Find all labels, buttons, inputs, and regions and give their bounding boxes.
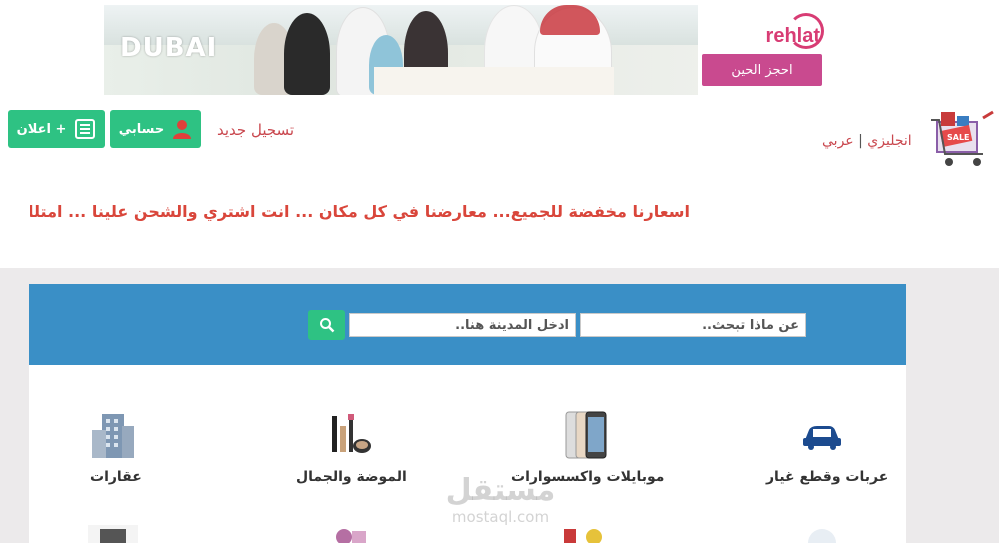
search-button[interactable] bbox=[308, 310, 345, 340]
category-icon-partial[interactable] bbox=[797, 525, 847, 547]
category-label-realestate[interactable]: عقارات bbox=[90, 469, 142, 485]
list-icon bbox=[75, 119, 96, 139]
lang-english-link[interactable]: انجليزي bbox=[867, 133, 911, 149]
category-label-fashion[interactable]: الموضة والجمال bbox=[296, 469, 407, 485]
banner-person bbox=[284, 13, 330, 95]
register-link[interactable]: تسجيل جديد bbox=[217, 121, 294, 139]
language-switcher: انجليزي | عربي bbox=[822, 133, 912, 149]
my-account-label: حسابي bbox=[118, 121, 165, 137]
watermark-url: mostaql.com bbox=[451, 508, 550, 526]
lang-separator: | bbox=[858, 133, 863, 149]
cosmetics-icon[interactable] bbox=[324, 410, 374, 460]
search-icon bbox=[319, 318, 334, 333]
watermark-arabic: مستقل bbox=[445, 473, 556, 508]
add-ad-button[interactable]: اعلان + bbox=[8, 110, 105, 148]
site-logo[interactable]: SALE bbox=[927, 108, 995, 172]
book-now-button[interactable]: احجز الحين bbox=[702, 54, 822, 86]
category-icon-partial[interactable] bbox=[324, 525, 374, 545]
car-icon[interactable] bbox=[797, 410, 847, 460]
logo-badge-text: SALE bbox=[947, 133, 970, 142]
banner-table bbox=[374, 67, 614, 95]
add-ad-label: اعلان + bbox=[16, 121, 67, 137]
building-icon[interactable] bbox=[88, 410, 138, 460]
city-input[interactable]: ادخل المدينة هنا.. bbox=[349, 313, 576, 337]
dubai-logo: DUBAI bbox=[120, 33, 218, 63]
promo-ticker: اسعارنا مخفضة للجميع... معارضنا في كل مك… bbox=[30, 202, 690, 221]
phone-icon[interactable] bbox=[560, 410, 610, 460]
rehlat-panel: rehlat احجز الحين bbox=[698, 5, 832, 95]
user-icon bbox=[173, 120, 192, 139]
category-icon-partial[interactable] bbox=[88, 525, 138, 543]
search-input[interactable]: عن ماذا تبحث.. bbox=[580, 313, 806, 337]
lang-arabic-link[interactable]: عربي bbox=[822, 133, 854, 149]
category-icon-partial[interactable] bbox=[560, 525, 610, 545]
rehlat-logo: rehlat bbox=[765, 25, 820, 47]
category-label-cars[interactable]: عربات وقطع غيار bbox=[766, 469, 888, 485]
watermark: مستقل mostaql.com bbox=[438, 474, 563, 534]
my-account-button[interactable]: حسابي bbox=[110, 110, 201, 148]
banner-ad[interactable]: DUBAI rehlat احجز الحين bbox=[104, 5, 832, 95]
